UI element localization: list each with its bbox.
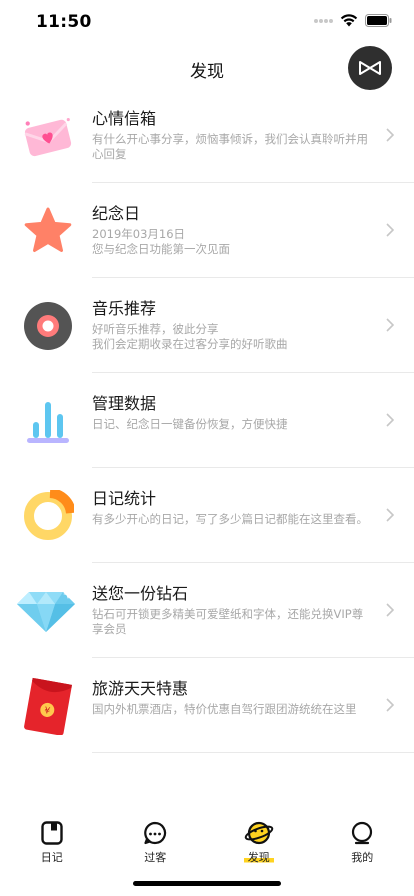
profile-icon bbox=[352, 821, 373, 845]
tab-bar: 日记 过客 发现 我的 bbox=[0, 812, 414, 872]
chevron-right-icon bbox=[386, 223, 394, 237]
list-item-anniversary[interactable]: 纪念日 2019年03月16日 您与纪念日功能第一次见面 bbox=[0, 183, 414, 278]
mood-mailbox-icon bbox=[20, 110, 76, 162]
item-title: 纪念日 bbox=[92, 204, 141, 223]
tab-discover[interactable]: 发现 bbox=[207, 812, 311, 872]
item-title: 日记统计 bbox=[92, 489, 157, 508]
item-desc: 钻石可开锁更多精美可爱壁纸和字体，还能兑换VIP尊享会员 bbox=[92, 607, 364, 636]
chevron-right-icon bbox=[386, 128, 394, 142]
chevron-right-icon bbox=[386, 603, 394, 617]
battery-icon bbox=[365, 14, 392, 27]
tab-label: 日记 bbox=[40, 851, 63, 864]
vinyl-record-icon bbox=[20, 300, 76, 352]
item-title: 音乐推荐 bbox=[92, 299, 157, 318]
chevron-right-icon bbox=[386, 318, 394, 332]
red-envelope-icon: ¥ bbox=[20, 677, 76, 735]
star-icon bbox=[20, 205, 76, 257]
signal-icon bbox=[314, 18, 333, 23]
list-item-mood-mailbox[interactable]: 心情信箱 有什么开心事分享，烦恼事倾诉，我们会认真聆听并用心回复 bbox=[0, 88, 414, 183]
status-time: 11:50 bbox=[36, 12, 92, 32]
chat-bubble-icon bbox=[144, 821, 167, 845]
bar-chart-icon bbox=[20, 395, 76, 447]
home-indicator bbox=[133, 881, 281, 886]
tab-label: 过客 bbox=[144, 851, 167, 864]
list-item-music[interactable]: 音乐推荐 好听音乐推荐，彼此分享 我们会定期收录在过客分享的好听歌曲 bbox=[0, 278, 414, 373]
item-desc: 有什么开心事分享，烦恼事倾诉，我们会认真聆听并用心回复 bbox=[92, 132, 368, 161]
item-desc: 2019年03月16日 您与纪念日功能第一次见面 bbox=[92, 227, 230, 256]
planet-icon bbox=[244, 821, 273, 845]
item-desc: 日记、纪念日一键备份恢复，方便快捷 bbox=[92, 417, 288, 431]
list-item-travel-deals[interactable]: ¥ 旅游天天特惠 国内外机票酒店，特价优惠自驾行跟团游统统在这里 bbox=[0, 658, 414, 753]
chevron-right-icon bbox=[386, 508, 394, 522]
brand-logo-icon bbox=[359, 61, 381, 75]
chevron-right-icon bbox=[386, 413, 394, 427]
donut-chart-icon bbox=[20, 490, 76, 542]
item-title: 送您一份钻石 bbox=[92, 584, 189, 603]
item-title: 旅游天天特惠 bbox=[92, 679, 189, 698]
item-desc: 好听音乐推荐，彼此分享 我们会定期收录在过客分享的好听歌曲 bbox=[92, 322, 288, 351]
item-desc: 国内外机票酒店，特价优惠自驾行跟团游统统在这里 bbox=[92, 702, 357, 716]
chevron-right-icon bbox=[386, 698, 394, 712]
diary-icon bbox=[41, 821, 63, 845]
wifi-icon bbox=[340, 14, 358, 27]
item-desc: 有多少开心的日记，写了多少篇日记都能在这里查看。 bbox=[92, 512, 368, 526]
brand-logo-button[interactable] bbox=[348, 46, 392, 90]
discover-list: 心情信箱 有什么开心事分享，烦恼事倾诉，我们会认真聆听并用心回复 纪念日 201… bbox=[0, 88, 414, 753]
nav-bar: 发现 bbox=[0, 44, 414, 94]
list-item-data-management[interactable]: 管理数据 日记、纪念日一键备份恢复，方便快捷 bbox=[0, 373, 414, 468]
tab-diary[interactable]: 日记 bbox=[0, 812, 104, 872]
list-item-diary-stats[interactable]: 日记统计 有多少开心的日记，写了多少篇日记都能在这里查看。 bbox=[0, 468, 414, 563]
diamond-icon bbox=[14, 585, 78, 637]
tab-label: 我的 bbox=[351, 851, 374, 864]
item-title: 心情信箱 bbox=[92, 109, 157, 128]
status-bar: 11:50 bbox=[0, 0, 414, 44]
tab-mine[interactable]: 我的 bbox=[311, 812, 414, 872]
list-item-diamond[interactable]: 送您一份钻石 钻石可开锁更多精美可爱壁纸和字体，还能兑换VIP尊享会员 bbox=[0, 563, 414, 658]
tab-passerby[interactable]: 过客 bbox=[104, 812, 208, 872]
tab-label: 发现 bbox=[243, 849, 274, 865]
item-title: 管理数据 bbox=[92, 394, 157, 413]
